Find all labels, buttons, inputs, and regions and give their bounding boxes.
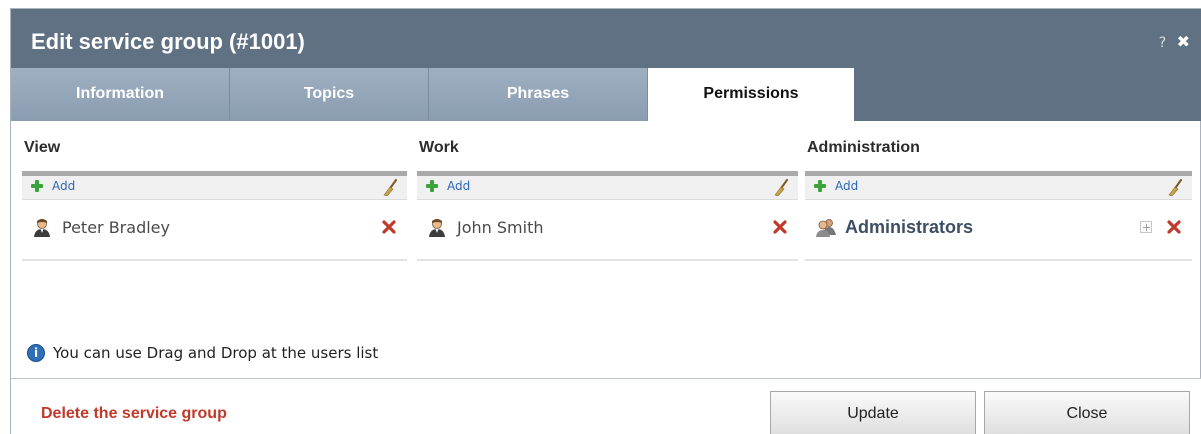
user-name: John Smith	[457, 218, 544, 237]
hint-text: You can use Drag and Drop at the users l…	[53, 344, 379, 362]
remove-icon[interactable]	[381, 219, 397, 235]
expand-icon[interactable]	[1140, 221, 1152, 233]
administration-header: Administration	[807, 139, 920, 156]
title-tools: ? ✖	[1153, 32, 1190, 51]
drag-drop-hint: i You can use Drag and Drop at the users…	[27, 344, 378, 362]
tab-information[interactable]: Information	[11, 68, 230, 121]
view-header: View	[24, 139, 61, 156]
edit-service-group-dialog: Edit service group (#1001) ? ✖ Informati…	[10, 8, 1201, 434]
remove-icon[interactable]	[772, 219, 788, 235]
user-name: Peter Bradley	[62, 218, 170, 237]
work-header: Work	[419, 139, 459, 156]
broom-icon[interactable]	[381, 179, 399, 196]
work-user-row[interactable]: John Smith	[417, 217, 798, 261]
tab-topics[interactable]: Topics	[230, 68, 429, 121]
add-label: Add	[52, 179, 76, 193]
work-add-button[interactable]: Add	[425, 179, 470, 193]
user-group-icon	[816, 219, 836, 237]
group-name: Administrators	[845, 217, 974, 237]
dialog-footer: Delete the service group Update Close	[11, 378, 1201, 434]
add-icon	[30, 179, 44, 193]
close-button[interactable]: Close	[984, 391, 1190, 434]
add-label: Add	[447, 179, 471, 193]
add-icon	[813, 179, 827, 193]
administration-group-row[interactable]: Administrators	[805, 217, 1192, 261]
administration-add-button[interactable]: Add	[813, 179, 858, 193]
broom-icon[interactable]	[772, 179, 790, 196]
tab-permissions[interactable]: Permissions	[648, 68, 854, 121]
add-icon	[425, 179, 439, 193]
dialog-title: Edit service group (#1001)	[31, 29, 305, 54]
remove-icon[interactable]	[1166, 219, 1182, 235]
work-toolbar: Add	[417, 171, 798, 200]
user-icon	[429, 219, 445, 237]
view-toolbar: Add	[22, 171, 407, 200]
add-label: Add	[835, 179, 859, 193]
view-add-button[interactable]: Add	[30, 179, 75, 193]
permissions-panel: View Add Peter Bradley Work Add John Smi…	[22, 121, 1192, 261]
tab-bar: Information Topics Phrases Permissions	[11, 68, 854, 121]
update-button[interactable]: Update	[770, 391, 976, 434]
delete-service-group-link[interactable]: Delete the service group	[41, 405, 227, 423]
tab-phrases[interactable]: Phrases	[429, 68, 648, 121]
broom-icon[interactable]	[1166, 179, 1184, 196]
administration-toolbar: Add	[805, 171, 1192, 200]
dialog-titlebar: Edit service group (#1001) ? ✖ Informati…	[11, 9, 1201, 121]
view-user-row[interactable]: Peter Bradley	[22, 217, 407, 261]
info-icon: i	[27, 344, 45, 362]
close-icon[interactable]: ✖	[1177, 32, 1190, 51]
user-icon	[34, 219, 50, 237]
help-button[interactable]: ?	[1159, 35, 1166, 51]
